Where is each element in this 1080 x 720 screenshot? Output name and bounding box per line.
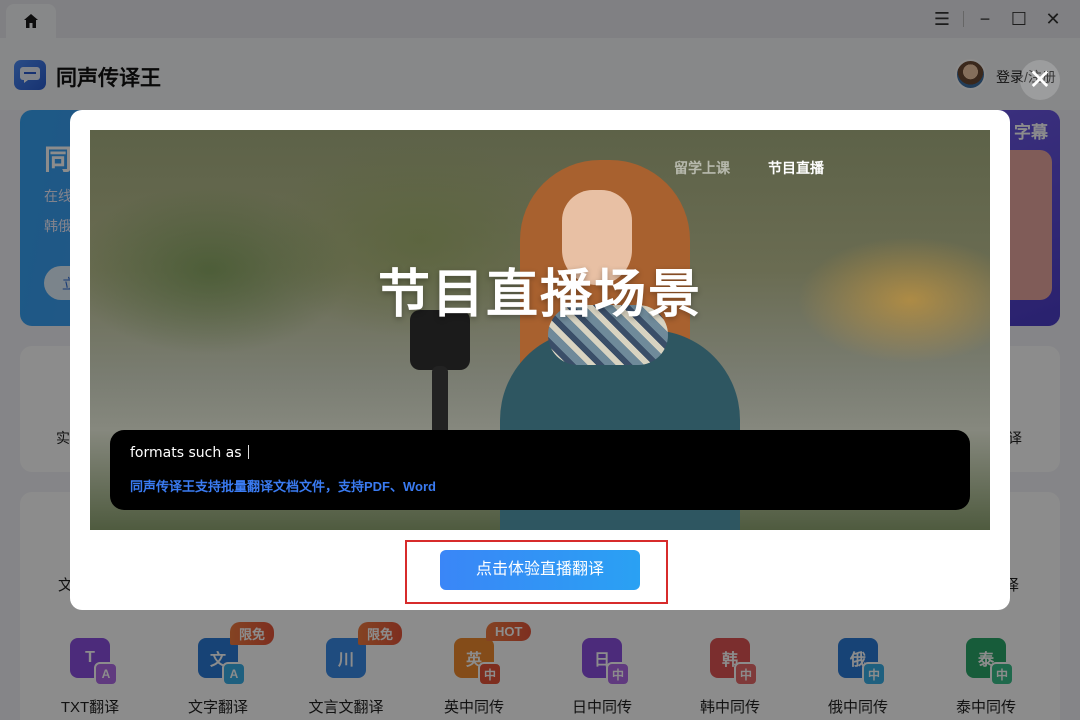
caption-chinese: 同声传译王支持批量翻译文档文件，支持PDF、Word xyxy=(130,479,436,494)
caption-english: formats such as xyxy=(130,445,249,461)
close-modal-button[interactable]: ✕ xyxy=(1020,60,1060,100)
scene-modal: 留学上课 节目直播 节目直播场景 formats such as 同声传译王支持… xyxy=(70,110,1010,610)
tab-study-abroad[interactable]: 留学上课 xyxy=(674,158,730,178)
gimbal-illustration xyxy=(432,366,448,436)
subtitle-caption-box: formats such as 同声传译王支持批量翻译文档文件，支持PDF、Wo… xyxy=(110,430,970,510)
caption-english-text: formats such as xyxy=(130,445,242,461)
scene-title: 节目直播场景 xyxy=(377,266,702,324)
tab-live-program[interactable]: 节目直播 xyxy=(768,158,824,178)
scene-video: 留学上课 节目直播 节目直播场景 formats such as 同声传译王支持… xyxy=(90,130,990,530)
try-live-translation-button[interactable]: 点击体验直播翻译 xyxy=(440,550,640,590)
text-cursor xyxy=(247,445,249,459)
